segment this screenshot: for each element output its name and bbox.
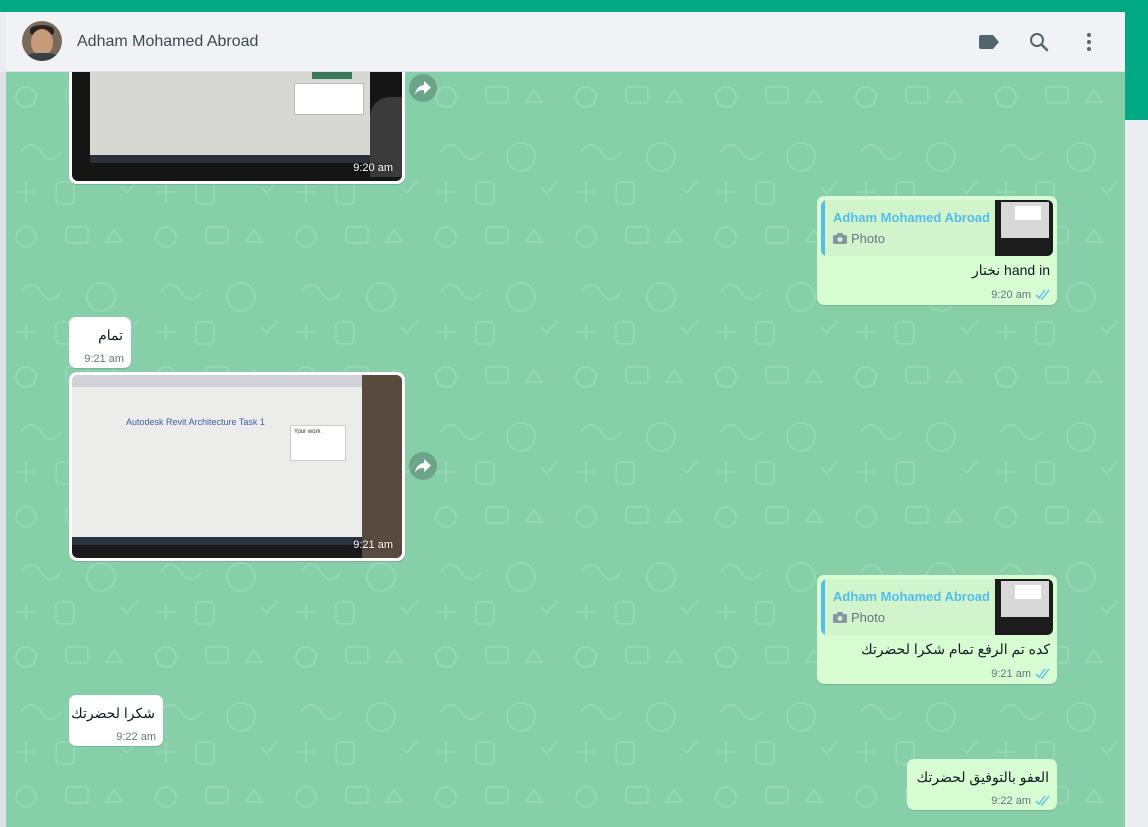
- label-icon[interactable]: [977, 30, 1001, 54]
- photo-thumbnail[interactable]: Autodesk Revit Architecture Task 1 Your …: [72, 375, 402, 558]
- search-icon[interactable]: [1027, 30, 1051, 54]
- message-time: 9:22 am: [116, 731, 156, 743]
- message-text: العفو بالتوفيق لحضرتك: [916, 769, 1049, 785]
- read-ticks-icon: [1035, 289, 1050, 300]
- message-text: نختار hand in: [971, 262, 1050, 278]
- forward-button[interactable]: [409, 452, 437, 480]
- message-time: 9:20 am: [991, 289, 1031, 301]
- quoted-type-label: Photo: [851, 231, 885, 246]
- photo-thumbnail[interactable]: 9:20 am: [72, 72, 402, 181]
- side-panel-title: Your work: [294, 429, 321, 435]
- reply-message[interactable]: Adham Mohamed Abroad Photo كده تم الرفع …: [817, 575, 1057, 684]
- message-text: تمام: [98, 327, 123, 343]
- quoted-thumbnail: [995, 579, 1053, 635]
- quoted-thumbnail: [995, 200, 1053, 256]
- camera-icon: [833, 612, 847, 623]
- forward-button[interactable]: [409, 74, 437, 102]
- message-time: 9:22 am: [991, 795, 1031, 807]
- message-text: كده تم الرفع تمام شكرا لحضرتك: [861, 641, 1050, 657]
- image-message[interactable]: 9:20 am: [69, 72, 405, 184]
- menu-icon[interactable]: [1077, 30, 1101, 54]
- quoted-message[interactable]: Adham Mohamed Abroad Photo: [821, 200, 1053, 256]
- quoted-type: Photo: [833, 610, 885, 625]
- quoted-type: Photo: [833, 231, 885, 246]
- text-message[interactable]: تمام 9:21 am: [69, 317, 131, 368]
- right-accent-strip: [1125, 12, 1148, 120]
- screen-title: Autodesk Revit Architecture Task 1: [126, 417, 265, 427]
- quoted-message[interactable]: Adham Mohamed Abroad Photo: [821, 579, 1053, 635]
- message-time: 9:21 am: [991, 668, 1031, 680]
- quoted-type-label: Photo: [851, 610, 885, 625]
- forward-icon: [415, 459, 431, 473]
- chat-header: Adham Mohamed Abroad: [6, 12, 1125, 72]
- text-message[interactable]: العفو بالتوفيق لحضرتك 9:22 am: [907, 759, 1057, 810]
- avatar[interactable]: [22, 21, 62, 61]
- quoted-sender: Adham Mohamed Abroad: [833, 210, 990, 225]
- right-pane: [1125, 120, 1148, 827]
- camera-icon: [833, 233, 847, 244]
- top-accent-bar: [0, 0, 1148, 12]
- reply-message[interactable]: Adham Mohamed Abroad Photo نختار hand in…: [817, 196, 1057, 305]
- forward-icon: [415, 81, 431, 95]
- read-ticks-icon: [1035, 795, 1050, 806]
- contact-name[interactable]: Adham Mohamed Abroad: [77, 33, 258, 51]
- message-text: شكرا لحضرتك: [71, 705, 155, 721]
- image-message[interactable]: Autodesk Revit Architecture Task 1 Your …: [69, 372, 405, 561]
- message-time: 9:20 am: [353, 162, 393, 174]
- chat-panel[interactable]: 9:20 am Adham Mohamed Abroad Photo نختار…: [6, 72, 1125, 827]
- message-time: 9:21 am: [353, 539, 393, 551]
- text-message[interactable]: شكرا لحضرتك 9:22 am: [69, 695, 163, 746]
- read-ticks-icon: [1035, 668, 1050, 679]
- message-time: 9:21 am: [84, 353, 124, 365]
- quoted-sender: Adham Mohamed Abroad: [833, 589, 990, 604]
